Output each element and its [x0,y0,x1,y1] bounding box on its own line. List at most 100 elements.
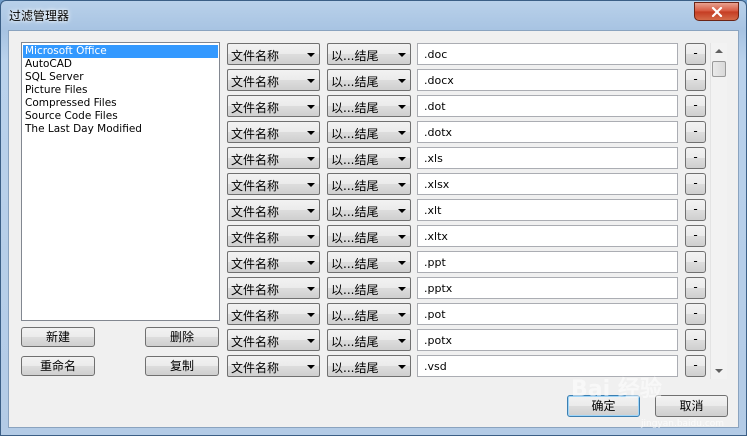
scroll-down-icon[interactable] [715,369,723,373]
close-button[interactable] [694,2,739,21]
chevron-down-icon [398,235,406,239]
chevron-down-icon [307,235,315,239]
value-input[interactable]: .docx [417,69,678,91]
remove-rule-button[interactable]: - [685,69,706,91]
remove-rule-button[interactable]: - [685,355,706,377]
operator-select-value: 以...结尾 [331,127,379,141]
field-select[interactable]: 文件名称 [227,251,320,273]
operator-select[interactable]: 以...结尾 [327,355,411,377]
field-select[interactable]: 文件名称 [227,43,320,65]
operator-select[interactable]: 以...结尾 [327,121,411,143]
rules-scrollbar[interactable] [710,43,727,379]
chevron-down-icon [398,183,406,187]
value-input[interactable]: .pptx [417,277,678,299]
chevron-down-icon [398,313,406,317]
value-input[interactable]: .dotx [417,121,678,143]
value-input[interactable]: .ppt [417,251,678,273]
remove-rule-button[interactable]: - [685,251,706,273]
remove-rule-button[interactable]: - [685,43,706,65]
filter-set-item[interactable]: Microsoft Office [23,45,218,58]
remove-rule-button[interactable]: - [685,95,706,117]
chevron-down-icon [398,365,406,369]
remove-rule-button[interactable]: - [685,277,706,299]
value-input-text: .doc [424,48,448,61]
remove-rule-button[interactable]: - [685,303,706,325]
copy-button[interactable]: 复制 [145,356,219,376]
value-input-text: .xltx [424,230,448,243]
value-input-text: .pot [424,308,446,321]
field-select[interactable]: 文件名称 [227,277,320,299]
field-select[interactable]: 文件名称 [227,147,320,169]
value-input[interactable]: .potx [417,329,678,351]
scroll-up-icon[interactable] [715,49,723,53]
operator-select[interactable]: 以...结尾 [327,251,411,273]
value-input[interactable]: .dot [417,95,678,117]
chevron-down-icon [307,157,315,161]
value-input[interactable]: .xlt [417,199,678,221]
field-select[interactable]: 文件名称 [227,355,320,377]
value-input[interactable]: .doc [417,43,678,65]
operator-select[interactable]: 以...结尾 [327,173,411,195]
rule-row: 文件名称 以...结尾 .xltx - [226,225,706,247]
filter-set-item[interactable]: AutoCAD [23,58,218,71]
operator-select[interactable]: 以...结尾 [327,43,411,65]
remove-rule-button[interactable]: - [685,173,706,195]
value-input[interactable]: .xls [417,147,678,169]
title-bar[interactable]: 过滤管理器 [1,1,746,29]
chevron-down-icon [398,209,406,213]
filter-set-item[interactable]: SQL Server [23,71,218,84]
operator-select[interactable]: 以...结尾 [327,69,411,91]
operator-select[interactable]: 以...结尾 [327,277,411,299]
field-select[interactable]: 文件名称 [227,199,320,221]
value-input[interactable]: .xltx [417,225,678,247]
chevron-down-icon [398,261,406,265]
chevron-down-icon [307,105,315,109]
operator-select[interactable]: 以...结尾 [327,329,411,351]
operator-select-value: 以...结尾 [331,361,379,375]
cancel-button[interactable]: 取消 [655,395,728,417]
operator-select[interactable]: 以...结尾 [327,225,411,247]
remove-rule-button[interactable]: - [685,329,706,351]
operator-select[interactable]: 以...结尾 [327,147,411,169]
value-input-text: .xlsx [424,178,450,191]
operator-select-value: 以...结尾 [331,335,379,349]
filter-set-list[interactable]: Microsoft Office AutoCAD SQL Server Picture… [21,42,220,321]
remove-rule-button[interactable]: - [685,147,706,169]
remove-rule-button[interactable]: - [685,199,706,221]
rename-button[interactable]: 重命名 [21,356,95,376]
field-select[interactable]: 文件名称 [227,303,320,325]
field-select[interactable]: 文件名称 [227,69,320,91]
remove-rule-button[interactable]: - [685,225,706,247]
rule-row: 文件名称 以...结尾 .vsd - [226,355,706,377]
operator-select-value: 以...结尾 [331,153,379,167]
field-select-value: 文件名称 [231,205,280,219]
field-select[interactable]: 文件名称 [227,225,320,247]
field-select[interactable]: 文件名称 [227,173,320,195]
operator-select[interactable]: 以...结尾 [327,303,411,325]
field-select-value: 文件名称 [231,361,280,375]
filter-set-item[interactable]: Compressed Files [23,97,218,110]
value-input[interactable]: .xlsx [417,173,678,195]
delete-button[interactable]: 删除 [145,327,219,347]
chevron-down-icon [398,287,406,291]
new-button[interactable]: 新建 [21,327,95,347]
field-select[interactable]: 文件名称 [227,95,320,117]
remove-rule-button[interactable]: - [685,121,706,143]
field-select[interactable]: 文件名称 [227,329,320,351]
value-input[interactable]: .pot [417,303,678,325]
field-select[interactable]: 文件名称 [227,121,320,143]
filter-set-item[interactable]: Picture Files [23,84,218,97]
rule-row: 文件名称 以...结尾 .xls - [226,147,706,169]
operator-select[interactable]: 以...结尾 [327,95,411,117]
field-select-value: 文件名称 [231,257,280,271]
filter-set-item[interactable]: The Last Day Modified [23,123,218,136]
field-select-value: 文件名称 [231,127,280,141]
ok-button[interactable]: 确定 [567,395,640,417]
operator-select[interactable]: 以...结尾 [327,199,411,221]
filter-set-item[interactable]: Source Code Files [23,110,218,123]
scroll-thumb[interactable] [712,61,726,77]
chevron-down-icon [307,131,315,135]
value-input-text: .dotx [424,126,453,139]
value-input[interactable]: .vsd [417,355,678,377]
chevron-down-icon [307,53,315,57]
